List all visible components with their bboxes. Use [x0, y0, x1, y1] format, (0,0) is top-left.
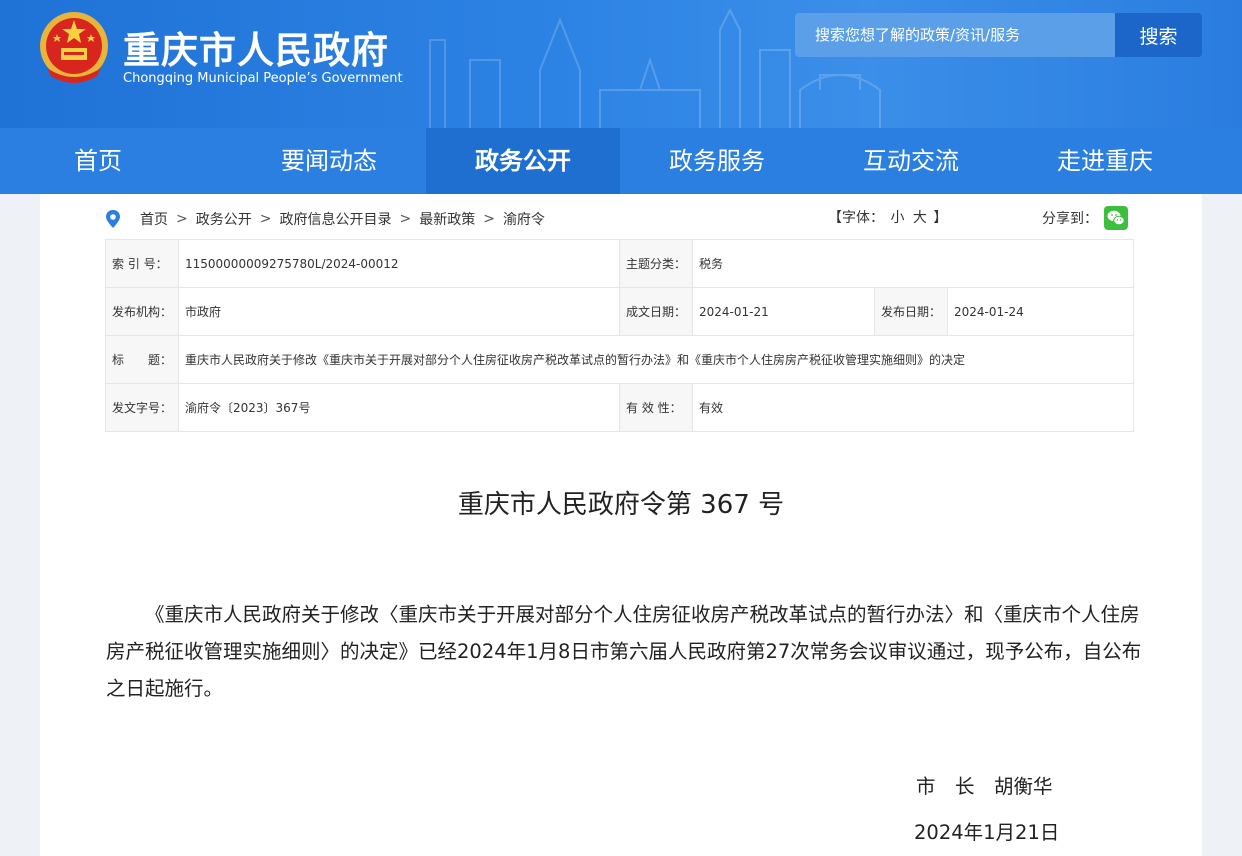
breadcrumb-yufuling[interactable]: 渝府令 — [503, 209, 545, 229]
search-button[interactable]: 搜索 — [1115, 13, 1202, 57]
breadcrumb-separator: > — [399, 211, 412, 227]
signature-date: 2024年1月21日 — [914, 821, 1060, 844]
info-row-doc-number: 发文字号： 渝府令〔2023〕367号 有 效 性： 有效 — [105, 383, 1134, 432]
breadcrumb-separator: > — [176, 211, 188, 227]
font-size-large-button[interactable]: 大 — [913, 210, 927, 226]
index-label: 索 引 号： — [105, 239, 179, 288]
search-input[interactable] — [795, 13, 1115, 57]
nav-item-label: 要闻动态 — [281, 147, 377, 175]
font-size-small-button[interactable]: 小 — [890, 210, 904, 226]
nav-item-label: 首页 — [74, 147, 122, 175]
share-label: 分享到： — [1042, 211, 1098, 227]
mayor-signature: 市 长 胡衡华 — [916, 775, 1053, 798]
document-body: 《重庆市人民政府关于修改〈重庆市关于开展对部分个人住房征收房产税改革试点的暂行办… — [106, 603, 1142, 700]
topic-value: 税务 — [692, 239, 1134, 288]
doc-number-label: 发文字号： — [105, 383, 179, 432]
title-label: 标 题： — [105, 335, 179, 384]
font-size-control: 【字体： 小 大 】 — [828, 207, 947, 227]
site-title[interactable]: 重庆市人民政府 — [123, 20, 389, 74]
nav-item-label: 政务公开 — [475, 147, 571, 175]
nav-item-label: 政务服务 — [669, 147, 765, 175]
nav-item-label: 走进重庆 — [1057, 147, 1153, 175]
published-date-value: 2024-01-24 — [947, 287, 1134, 336]
nav-item-label: 互动交流 — [863, 147, 959, 175]
breadcrumb-government-affairs[interactable]: 政务公开 — [196, 209, 252, 229]
published-date-label: 发布日期： — [874, 287, 948, 336]
breadcrumb-separator: > — [259, 211, 272, 227]
nav-item-government-affairs[interactable]: 政务公开 — [426, 128, 620, 194]
index-value: 11500000009275780L/2024-00012 — [178, 239, 620, 288]
breadcrumb-home[interactable]: 首页 — [140, 209, 168, 229]
title-value: 重庆市人民政府关于修改《重庆市关于开展对部分个人住房征收房产税改革试点的暂行办法… — [178, 335, 1134, 384]
national-emblem-icon — [40, 12, 108, 83]
info-row-title: 标 题： 重庆市人民政府关于修改《重庆市关于开展对部分个人住房征收房产税改革试点… — [105, 335, 1134, 384]
font-size-open: 【字体： — [828, 210, 884, 226]
site-subtitle: Chongqing Municipal People’s Government — [123, 71, 403, 86]
nav-item-interaction[interactable]: 互动交流 — [814, 128, 1008, 194]
info-row-publisher: 发布机构： 市政府 成文日期： 2024-01-21 发布日期： 2024-01… — [105, 287, 1134, 336]
document-title: 重庆市人民政府令第 367 号 — [457, 490, 785, 520]
nav-item-news[interactable]: 要闻动态 — [232, 128, 426, 194]
nav-item-about-chongqing[interactable]: 走进重庆 — [1008, 128, 1202, 194]
info-row-index: 索 引 号： 11500000009275780L/2024-00012 主题分… — [105, 239, 1134, 288]
wechat-share-icon[interactable] — [1104, 206, 1128, 230]
breadcrumb-latest-policy[interactable]: 最新政策 — [419, 209, 475, 229]
content-card: 首页 > 政务公开 > 政府信息公开目录 > 最新政策 > 渝府令 【字体： 小… — [40, 194, 1202, 856]
font-size-close: 】 — [933, 210, 948, 226]
written-date-label: 成文日期： — [619, 287, 693, 336]
doc-number-value: 渝府令〔2023〕367号 — [178, 383, 620, 432]
breadcrumb-info-catalog[interactable]: 政府信息公开目录 — [279, 209, 391, 229]
location-pin-icon — [106, 210, 120, 228]
site-header: 重庆市人民政府 Chongqing Municipal People’s Gov… — [0, 0, 1242, 128]
document-info-table: 索 引 号： 11500000009275780L/2024-00012 主题分… — [105, 239, 1134, 432]
validity-label: 有 效 性： — [619, 383, 693, 432]
publisher-value: 市政府 — [178, 287, 620, 336]
nav-item-home[interactable]: 首页 — [0, 128, 232, 194]
nav-item-services[interactable]: 政务服务 — [620, 128, 814, 194]
topic-label: 主题分类： — [619, 239, 693, 288]
share-bar: 分享到： — [1042, 206, 1128, 230]
validity-value: 有效 — [692, 383, 1134, 432]
publisher-label: 发布机构： — [105, 287, 179, 336]
written-date-value: 2024-01-21 — [692, 287, 875, 336]
breadcrumb: 首页 > 政务公开 > 政府信息公开目录 > 最新政策 > 渝府令 — [104, 208, 545, 230]
breadcrumb-separator: > — [483, 211, 495, 227]
main-nav: 首页 要闻动态 政务公开 政务服务 互动交流 走进重庆 — [0, 128, 1242, 194]
